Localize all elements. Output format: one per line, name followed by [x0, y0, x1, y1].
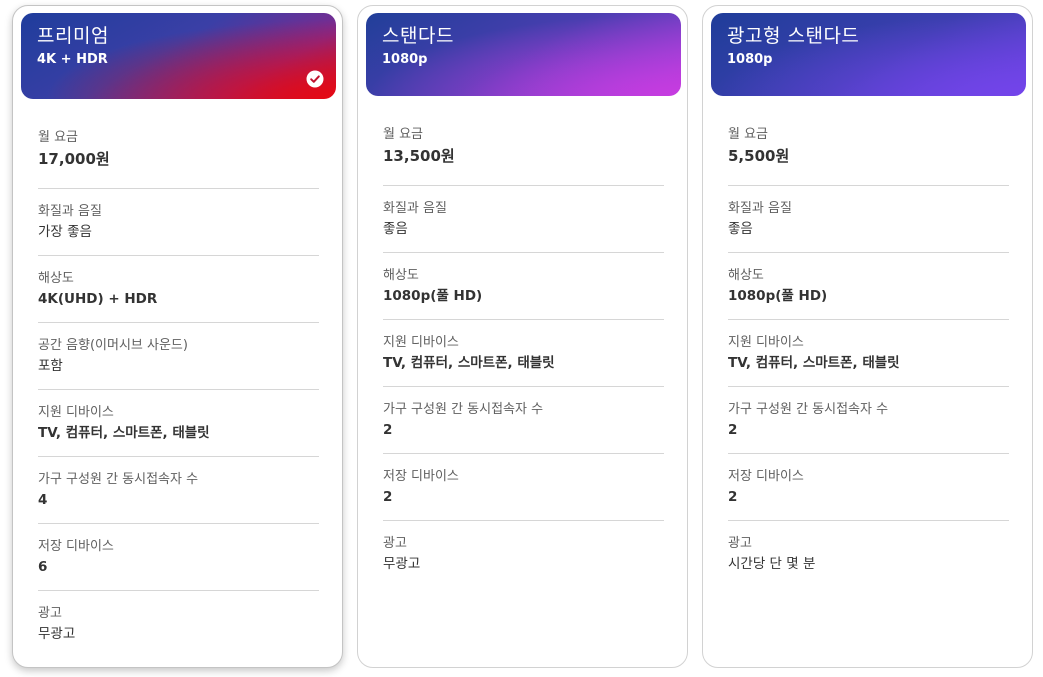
feature-label: 가구 구성원 간 동시접속자 수 [383, 402, 544, 417]
plan-name: 프리미엄 [37, 25, 109, 47]
feature-value: 2 [383, 422, 393, 438]
feature-spatial-audio: 공간 음향(이머시브 사운드) 포함 [38, 323, 319, 390]
feature-resolution: 해상도 4K(UHD) + HDR [38, 256, 319, 323]
feature-label: 해상도 [728, 268, 764, 283]
feature-value: 17,000원 [38, 150, 110, 168]
feature-label: 월 요금 [728, 127, 769, 142]
feature-value: 4K(UHD) + HDR [38, 291, 158, 307]
feature-list: 월 요금 17,000원 화질과 음질 가장 좋음 해상도 4K(UHD) + … [38, 123, 319, 658]
plan-name: 광고형 스탠다드 [727, 25, 860, 47]
feature-value: TV, 컴퓨터, 스마트폰, 태블릿 [38, 425, 210, 441]
feature-label: 화질과 음질 [38, 204, 102, 219]
feature-list: 월 요금 5,500원 화질과 음질 좋음 해상도 1080p(풀 HD) 지원… [728, 120, 1009, 588]
plan-quality: 1080p [727, 52, 773, 67]
plan-card-standard-with-ads[interactable]: 광고형 스탠다드 1080p 월 요금 5,500원 화질과 음질 좋음 해상도… [702, 5, 1033, 668]
feature-video-audio-quality: 화질과 음질 가장 좋음 [38, 189, 319, 256]
feature-label: 해상도 [38, 271, 74, 286]
plan-quality: 1080p [382, 52, 428, 67]
feature-concurrent-streams: 가구 구성원 간 동시접속자 수 4 [38, 457, 319, 524]
feature-value: 13,500원 [383, 147, 455, 165]
feature-value: TV, 컴퓨터, 스마트폰, 태블릿 [728, 355, 900, 371]
feature-supported-devices: 지원 디바이스 TV, 컴퓨터, 스마트폰, 태블릿 [728, 320, 1009, 387]
feature-value: 포함 [38, 358, 63, 374]
feature-monthly-price: 월 요금 5,500원 [728, 120, 1009, 186]
feature-value: TV, 컴퓨터, 스마트폰, 태블릿 [383, 355, 555, 371]
feature-supported-devices: 지원 디바이스 TV, 컴퓨터, 스마트폰, 태블릿 [38, 390, 319, 457]
feature-label: 광고 [38, 606, 62, 621]
feature-label: 공간 음향(이머시브 사운드) [38, 338, 188, 353]
feature-supported-devices: 지원 디바이스 TV, 컴퓨터, 스마트폰, 태블릿 [383, 320, 664, 387]
feature-label: 광고 [383, 536, 407, 551]
feature-label: 저장 디바이스 [38, 539, 114, 554]
plan-name: 스탠다드 [382, 25, 454, 47]
feature-label: 월 요금 [383, 127, 424, 142]
feature-list: 월 요금 13,500원 화질과 음질 좋음 해상도 1080p(풀 HD) 지… [383, 120, 664, 588]
plan-header: 광고형 스탠다드 1080p [711, 13, 1026, 96]
feature-label: 지원 디바이스 [38, 405, 114, 420]
feature-download-devices: 저장 디바이스 6 [38, 524, 319, 591]
feature-value: 2 [383, 489, 393, 505]
feature-value: 좋음 [383, 221, 408, 237]
plan-card-standard[interactable]: 스탠다드 1080p 월 요금 13,500원 화질과 음질 좋음 해상도 10… [357, 5, 688, 668]
feature-resolution: 해상도 1080p(풀 HD) [728, 253, 1009, 320]
feature-value: 2 [728, 422, 738, 438]
check-circle-icon [306, 70, 324, 88]
feature-label: 월 요금 [38, 130, 79, 145]
feature-label: 해상도 [383, 268, 419, 283]
feature-label: 화질과 음질 [383, 201, 447, 216]
plan-selector: 프리미엄 4K + HDR 월 요금 17,000원 화질과 음질 가장 좋음 … [0, 0, 1043, 677]
feature-value: 무광고 [38, 626, 76, 642]
feature-video-audio-quality: 화질과 음질 좋음 [383, 186, 664, 253]
feature-value: 6 [38, 559, 48, 575]
feature-monthly-price: 월 요금 17,000원 [38, 123, 319, 189]
plan-card-premium[interactable]: 프리미엄 4K + HDR 월 요금 17,000원 화질과 음질 가장 좋음 … [12, 5, 343, 668]
feature-label: 화질과 음질 [728, 201, 792, 216]
feature-concurrent-streams: 가구 구성원 간 동시접속자 수 2 [383, 387, 664, 454]
feature-value: 2 [728, 489, 738, 505]
feature-value: 좋음 [728, 221, 753, 237]
feature-value: 가장 좋음 [38, 224, 92, 240]
feature-label: 저장 디바이스 [728, 469, 804, 484]
feature-ads: 광고 무광고 [383, 521, 664, 588]
feature-label: 가구 구성원 간 동시접속자 수 [728, 402, 889, 417]
feature-download-devices: 저장 디바이스 2 [728, 454, 1009, 521]
feature-video-audio-quality: 화질과 음질 좋음 [728, 186, 1009, 253]
feature-resolution: 해상도 1080p(풀 HD) [383, 253, 664, 320]
feature-concurrent-streams: 가구 구성원 간 동시접속자 수 2 [728, 387, 1009, 454]
plan-header: 프리미엄 4K + HDR [21, 13, 336, 99]
feature-monthly-price: 월 요금 13,500원 [383, 120, 664, 186]
feature-label: 저장 디바이스 [383, 469, 459, 484]
plan-quality: 4K + HDR [37, 52, 108, 67]
feature-value: 5,500원 [728, 147, 790, 165]
feature-label: 가구 구성원 간 동시접속자 수 [38, 472, 199, 487]
feature-label: 광고 [728, 536, 752, 551]
feature-ads: 광고 무광고 [38, 591, 319, 658]
feature-ads: 광고 시간당 단 몇 분 [728, 521, 1009, 588]
feature-download-devices: 저장 디바이스 2 [383, 454, 664, 521]
feature-value: 1080p(풀 HD) [728, 288, 828, 304]
feature-value: 무광고 [383, 556, 421, 572]
feature-value: 시간당 단 몇 분 [728, 556, 816, 572]
feature-value: 1080p(풀 HD) [383, 288, 483, 304]
feature-label: 지원 디바이스 [728, 335, 804, 350]
plan-header: 스탠다드 1080p [366, 13, 681, 96]
feature-label: 지원 디바이스 [383, 335, 459, 350]
feature-value: 4 [38, 492, 48, 508]
